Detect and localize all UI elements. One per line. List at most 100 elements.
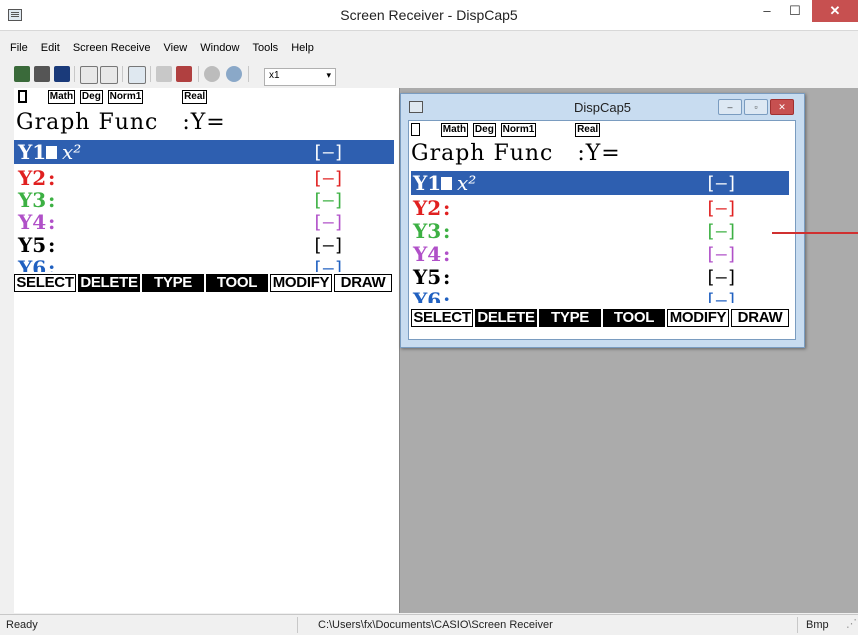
row-expression: x² [457, 171, 477, 195]
indicator-deg: Deg [472, 123, 496, 137]
battery-icon [411, 123, 420, 136]
chevron-down-icon: ▾ [326, 70, 331, 80]
row-expression: : [443, 219, 451, 243]
row-style-bracket: [—] [705, 267, 738, 288]
indicator-norm: Norm1 [500, 123, 537, 137]
fkey-select[interactable]: SELECT [411, 309, 473, 327]
zoom-in-icon[interactable] [226, 66, 242, 82]
status-divider [297, 617, 298, 633]
row-label: Y6 [18, 256, 47, 272]
menu-tools[interactable]: Tools [252, 42, 278, 54]
graph-row-y1[interactable]: Y1 x² [—] [14, 140, 394, 164]
row-label: Y1 [413, 171, 442, 195]
maximize-button[interactable]: ☐ [782, 0, 808, 22]
copy-icon[interactable] [128, 66, 146, 84]
row-style-bracket: [—] [312, 258, 345, 272]
save-icon[interactable] [54, 66, 70, 82]
function-key-bar: SELECT DELETE TYPE TOOL MODIFY DRAW [14, 274, 394, 294]
toolbar-separator [122, 66, 123, 82]
fkey-modify[interactable]: MODIFY [270, 274, 332, 292]
graph-row-y3[interactable]: Y3 : [—] [411, 219, 789, 243]
resize-grip-icon[interactable]: ⋰ [846, 617, 857, 630]
row-style-bracket: [—] [312, 142, 345, 163]
zoom-select[interactable]: x1 ▾ [264, 68, 336, 86]
receive-icon[interactable] [34, 66, 50, 82]
dispcap-window[interactable]: DispCap5 – ▫ ✕ Math Deg Norm1 Real Graph… [400, 93, 805, 348]
row-expression: : [48, 166, 56, 190]
fkey-modify[interactable]: MODIFY [667, 309, 729, 327]
zoom-out-icon[interactable] [204, 66, 220, 82]
fkey-delete[interactable]: DELETE [475, 309, 537, 327]
fkey-tool[interactable]: TOOL [206, 274, 268, 292]
close-button[interactable]: ✕ [812, 0, 858, 22]
connect-icon[interactable] [156, 66, 172, 82]
disconnect-icon[interactable] [176, 66, 192, 82]
row-label: Y5 [413, 265, 442, 289]
menu-view[interactable]: View [164, 42, 188, 54]
graph-row-y5[interactable]: Y5 : [—] [411, 265, 789, 289]
fkey-type[interactable]: TYPE [142, 274, 204, 292]
row-style-bracket: [—] [312, 168, 345, 189]
toolbar-separator [150, 66, 151, 82]
menu-window[interactable]: Window [200, 42, 239, 54]
print-icon[interactable] [80, 66, 98, 84]
toolbar-separator [74, 66, 75, 82]
capture-icon[interactable] [14, 66, 30, 82]
row-expression: : [443, 196, 451, 220]
row-expression: : [48, 233, 56, 257]
indicator-real: Real [575, 123, 601, 137]
graph-row-y2[interactable]: Y2 : [—] [14, 166, 394, 190]
indicator-norm: Norm1 [107, 90, 144, 104]
minimize-button[interactable]: – [754, 0, 780, 22]
row-label: Y3 [18, 188, 47, 212]
callout-line [772, 232, 858, 234]
graph-row-y5[interactable]: Y5 : [—] [14, 233, 394, 257]
row-expression: : [48, 256, 56, 272]
fkey-tool[interactable]: TOOL [603, 309, 665, 327]
menu-file[interactable]: File [10, 42, 28, 54]
capture-pane[interactable]: Math Deg Norm1 Real Graph Func :Y= Y1 x²… [14, 88, 400, 613]
indicator-real: Real [182, 90, 208, 104]
fkey-draw[interactable]: DRAW [334, 274, 392, 292]
dispcap-title-bar[interactable]: DispCap5 – ▫ ✕ [401, 94, 804, 118]
graph-row-y2[interactable]: Y2 : [—] [411, 196, 789, 220]
graph-row-y4[interactable]: Y4 : [—] [14, 210, 394, 234]
calculator-screen: Math Deg Norm1 Real Graph Func :Y= Y1 x²… [14, 90, 396, 305]
menu-edit[interactable]: Edit [41, 42, 60, 54]
calculator-screen: Math Deg Norm1 Real Graph Func :Y= Y1 x²… [411, 123, 791, 337]
row-expression: : [443, 242, 451, 266]
row-label: Y5 [18, 233, 47, 257]
menu-screen-receive[interactable]: Screen Receive [73, 42, 151, 54]
fkey-draw[interactable]: DRAW [731, 309, 789, 327]
row-expression: : [48, 210, 56, 234]
row-label: Y4 [18, 210, 47, 234]
menu-help[interactable]: Help [291, 42, 314, 54]
status-text: Ready [6, 619, 38, 631]
row-label: Y4 [413, 242, 442, 266]
dispcap-maximize-button[interactable]: ▫ [744, 99, 768, 115]
dispcap-close-button[interactable]: ✕ [770, 99, 794, 115]
print-preview-icon[interactable] [100, 66, 118, 84]
cursor-icon [441, 177, 452, 190]
row-style-bracket: [—] [705, 244, 738, 265]
graph-row-y1[interactable]: Y1 x² [—] [411, 171, 789, 195]
fkey-type[interactable]: TYPE [539, 309, 601, 327]
graph-row-y3[interactable]: Y3 : [—] [14, 188, 394, 212]
row-label: Y2 [413, 196, 442, 220]
graph-row-y6[interactable]: Y6 : [—] [14, 256, 394, 272]
graph-row-y4[interactable]: Y4 : [—] [411, 242, 789, 266]
dispcap-minimize-button[interactable]: – [718, 99, 742, 115]
fkey-select[interactable]: SELECT [14, 274, 76, 292]
row-expression: x² [62, 140, 82, 164]
toolbar-separator [248, 66, 249, 82]
dispcap-capture-pane[interactable]: Math Deg Norm1 Real Graph Func :Y= Y1 x²… [408, 120, 796, 340]
row-style-bracket: [—] [705, 221, 738, 242]
status-indicators: Math Deg Norm1 Real [411, 123, 602, 141]
function-key-bar: SELECT DELETE TYPE TOOL MODIFY DRAW [411, 309, 789, 329]
status-divider [797, 617, 798, 633]
fkey-delete[interactable]: DELETE [78, 274, 140, 292]
title-bar: Screen Receiver - DispCap5 – ☐ ✕ [0, 0, 858, 31]
indicator-math: Math [47, 90, 76, 104]
graph-row-y6[interactable]: Y6 : [—] [411, 288, 789, 303]
row-label: Y6 [413, 288, 442, 303]
